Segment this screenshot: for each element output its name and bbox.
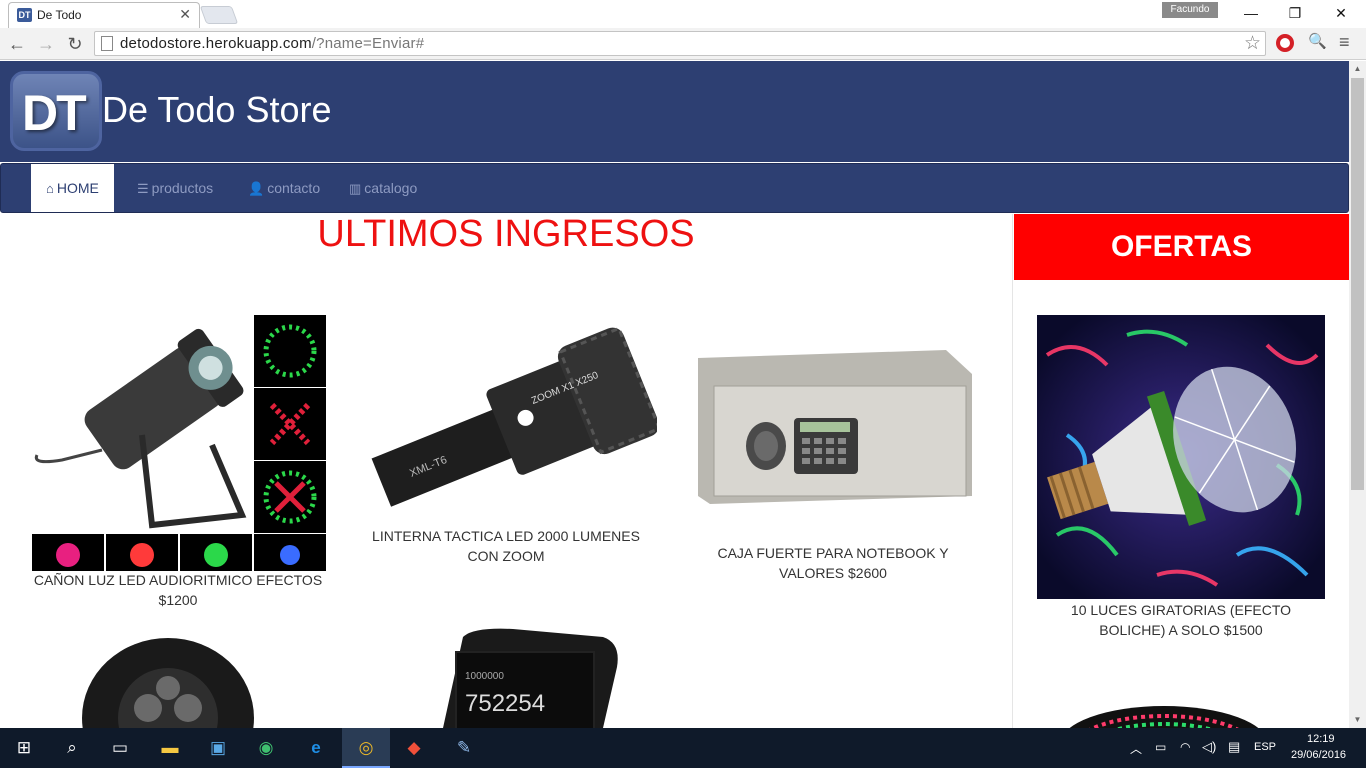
- product-image-safe[interactable]: [696, 346, 972, 506]
- nav-home[interactable]: ⌂ HOME: [31, 164, 114, 212]
- edge-browser-icon[interactable]: e: [292, 728, 340, 768]
- site-logo[interactable]: DT: [10, 71, 102, 151]
- profile-button[interactable]: Facundo: [1162, 2, 1218, 18]
- page-viewport: DT De Todo Store ⌂ HOME ☰ productos 👤 conta…: [0, 61, 1349, 728]
- url-host: detodostore.herokuapp.com: [120, 35, 312, 52]
- clock-date[interactable]: 29/06/2016: [1291, 749, 1346, 761]
- home-icon: ⌂: [46, 181, 54, 196]
- bookmark-star-icon[interactable]: ☆: [1244, 32, 1261, 55]
- input-language[interactable]: ESP: [1254, 741, 1276, 753]
- volume-icon[interactable]: ◁): [1202, 739, 1216, 755]
- site-navbar: ⌂ HOME ☰ productos 👤 contacto ▥ catalogo: [0, 163, 1349, 213]
- nav-home-label: HOME: [56, 180, 99, 196]
- paint-app-icon[interactable]: ✎: [440, 728, 488, 768]
- nav-catalogo-label: catalogo: [364, 180, 418, 196]
- chrome-browser-icon[interactable]: ◎: [342, 728, 390, 768]
- ofertas-sidebar: OFERTAS 10 LUCES GIRATORIAS (EFECTO BOLI…: [1012, 214, 1349, 728]
- svg-text:752254: 752254: [465, 690, 545, 717]
- close-window-icon[interactable]: ✕: [1318, 0, 1364, 26]
- search-extension-icon[interactable]: 🔍: [1308, 32, 1327, 50]
- task-view-icon[interactable]: ▭: [96, 728, 144, 768]
- url-path: /?name=Enviar#: [311, 35, 425, 52]
- product-image-led-cannon[interactable]: [32, 315, 326, 571]
- product-image-led-spot[interactable]: [78, 638, 258, 728]
- product-caption[interactable]: LINTERNA TACTICA LED 2000 LUMENES CON ZO…: [356, 526, 656, 566]
- site-title: De Todo Store: [102, 89, 332, 130]
- notifications-icon[interactable]: ▤: [1228, 739, 1240, 755]
- browser-tab[interactable]: DT De Todo ✕: [8, 2, 200, 28]
- page-icon: [101, 36, 113, 51]
- minimize-icon[interactable]: —: [1228, 0, 1274, 26]
- oferta-image-disco-bulb[interactable]: [1037, 315, 1325, 599]
- user-icon: 👤: [248, 181, 265, 196]
- list-icon: ☰: [137, 181, 149, 196]
- tab-title: De Todo: [37, 8, 82, 22]
- nav-catalogo[interactable]: ▥ catalogo: [349, 164, 417, 212]
- address-bar[interactable]: detodostore.herokuapp.com/?name=Enviar# …: [94, 31, 1266, 56]
- scroll-down-icon[interactable]: ▼: [1349, 712, 1366, 728]
- reload-icon[interactable]: ↻: [63, 32, 87, 56]
- clock-time[interactable]: 12:19: [1307, 733, 1335, 745]
- nav-contacto-label: contacto: [267, 180, 321, 196]
- forward-icon[interactable]: →: [34, 32, 58, 56]
- oferta-caption[interactable]: 10 LUCES GIRATORIAS (EFECTO BOLICHE) A S…: [1037, 600, 1325, 640]
- wifi-icon[interactable]: ◠: [1180, 740, 1190, 754]
- page-scrollbar[interactable]: ▲ ▼: [1349, 61, 1366, 728]
- ultimos-ingresos-title: ULTIMOS INGRESOS: [317, 213, 695, 255]
- battery-icon[interactable]: ▭: [1155, 740, 1166, 754]
- back-icon[interactable]: ←: [5, 32, 29, 56]
- product-image-smartwatch[interactable]: 1000000 752254: [403, 627, 623, 728]
- browser-toolbar: ← → ↻ detodostore.herokuapp.com/?name=En…: [0, 28, 1366, 60]
- product-caption[interactable]: CAJA FUERTE PARA NOTEBOOK Y VALORES $260…: [692, 543, 974, 583]
- site-header: DT De Todo Store: [0, 61, 1349, 162]
- tab-close-icon[interactable]: ✕: [179, 6, 191, 23]
- new-tab-button[interactable]: [199, 6, 239, 24]
- nav-productos[interactable]: ☰ productos: [137, 164, 213, 212]
- oferta-image-led-strip[interactable]: [1059, 704, 1269, 728]
- opera-extension-icon[interactable]: [1276, 34, 1294, 52]
- start-windows-icon[interactable]: ⊞: [0, 728, 48, 768]
- ofertas-title: OFERTAS: [1014, 214, 1349, 280]
- browser-titlebar: DT De Todo ✕ Facundo — ❐ ✕: [0, 0, 1366, 28]
- chrome-menu-icon[interactable]: ≡: [1339, 32, 1350, 53]
- tray-chevron-icon[interactable]: ︿: [1130, 740, 1142, 757]
- svg-text:1000000: 1000000: [465, 671, 504, 682]
- nav-productos-label: productos: [151, 180, 214, 196]
- file-explorer-icon[interactable]: ▬: [146, 728, 194, 768]
- control-panel-icon[interactable]: ▣: [194, 728, 242, 768]
- logo-text: DT: [22, 85, 87, 141]
- scroll-up-icon[interactable]: ▲: [1349, 61, 1366, 77]
- restore-icon[interactable]: ❐: [1272, 0, 1318, 26]
- product-caption[interactable]: CAÑON LUZ LED AUDIORITMICO EFECTOS $1200: [28, 570, 328, 610]
- search-icon[interactable]: ⌕: [48, 728, 96, 768]
- barcode-icon: ▥: [349, 181, 362, 196]
- product-image-flashlight[interactable]: ZOOM X1 X250 XML-T6: [357, 315, 657, 526]
- windows-taskbar: ⊞ ⌕ ▭ ▬ ▣ ◉ e ◎ ◆ ✎ ︿ ▭ ◠ ◁) ▤ ESP 12:19…: [0, 728, 1366, 768]
- scrollbar-thumb[interactable]: [1351, 78, 1364, 490]
- nav-contacto[interactable]: 👤 contacto: [248, 164, 320, 212]
- site-favicon: DT: [17, 8, 32, 22]
- git-app-icon[interactable]: ◆: [390, 728, 438, 768]
- url-text[interactable]: detodostore.herokuapp.com/?name=Enviar#: [120, 35, 424, 52]
- network-app-icon[interactable]: ◉: [242, 728, 290, 768]
